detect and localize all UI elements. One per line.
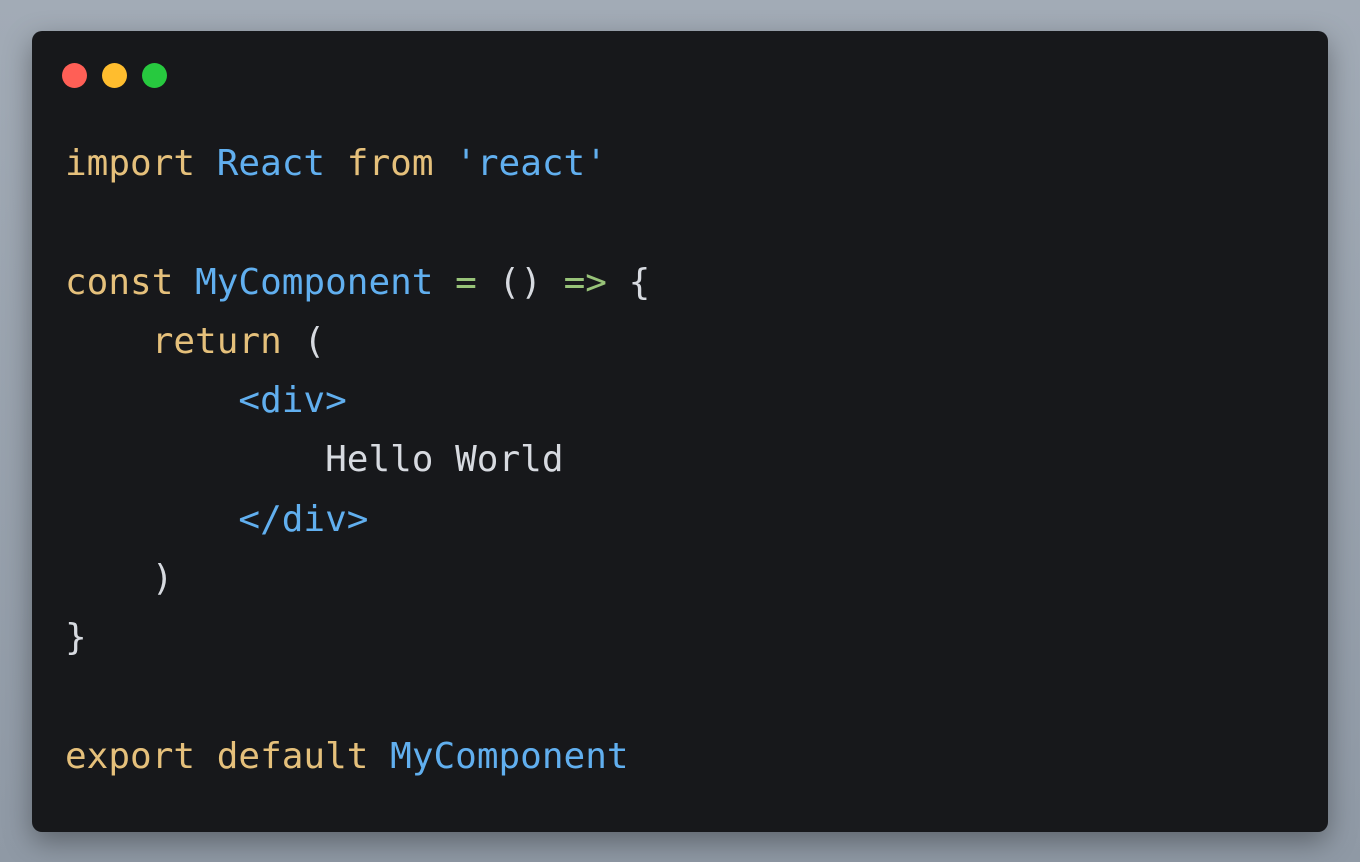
keyword-from: from	[346, 143, 434, 184]
code-line-6: Hello World	[65, 430, 650, 489]
code-window: import React from 'react' const MyCompone…	[32, 31, 1328, 832]
operator-arrow: =>	[563, 261, 607, 303]
code-block: import React from 'react' const MyCompone…	[65, 134, 650, 786]
code-line-5: <div>	[65, 371, 650, 430]
minimize-button[interactable]	[102, 63, 127, 88]
code-line-8: )	[65, 549, 650, 608]
keyword-return: return	[151, 320, 282, 362]
paren-close: )	[151, 558, 174, 600]
jsx-text: Hello World	[325, 439, 564, 481]
keyword-export: export	[65, 735, 196, 777]
operator-equals: =	[455, 261, 477, 303]
window-controls	[62, 63, 167, 88]
code-line-1: import React from 'react'	[65, 134, 650, 193]
code-line-9: }	[65, 608, 650, 667]
code-line-7: </div>	[65, 490, 650, 549]
identifier-react: React	[216, 143, 326, 184]
keyword-default: default	[216, 735, 369, 777]
close-button[interactable]	[62, 63, 87, 88]
brace-open: {	[628, 261, 651, 303]
code-line-3: const MyComponent = () => {	[65, 253, 650, 312]
string-react: 'react'	[455, 143, 607, 184]
keyword-const: const	[65, 261, 174, 303]
jsx-tag-close: </div>	[238, 498, 369, 540]
paren-open: (	[303, 320, 326, 362]
identifier-mycomponent: MyComponent	[195, 261, 434, 303]
code-line-4: return (	[65, 312, 650, 371]
code-line-11: export default MyComponent	[65, 727, 650, 786]
identifier-mycomponent-export: MyComponent	[390, 735, 629, 777]
jsx-tag-open: <div>	[238, 380, 347, 422]
maximize-button[interactable]	[142, 63, 167, 88]
brace-close: }	[65, 617, 87, 659]
parentheses: ()	[498, 261, 542, 303]
keyword-import: import	[65, 143, 196, 184]
